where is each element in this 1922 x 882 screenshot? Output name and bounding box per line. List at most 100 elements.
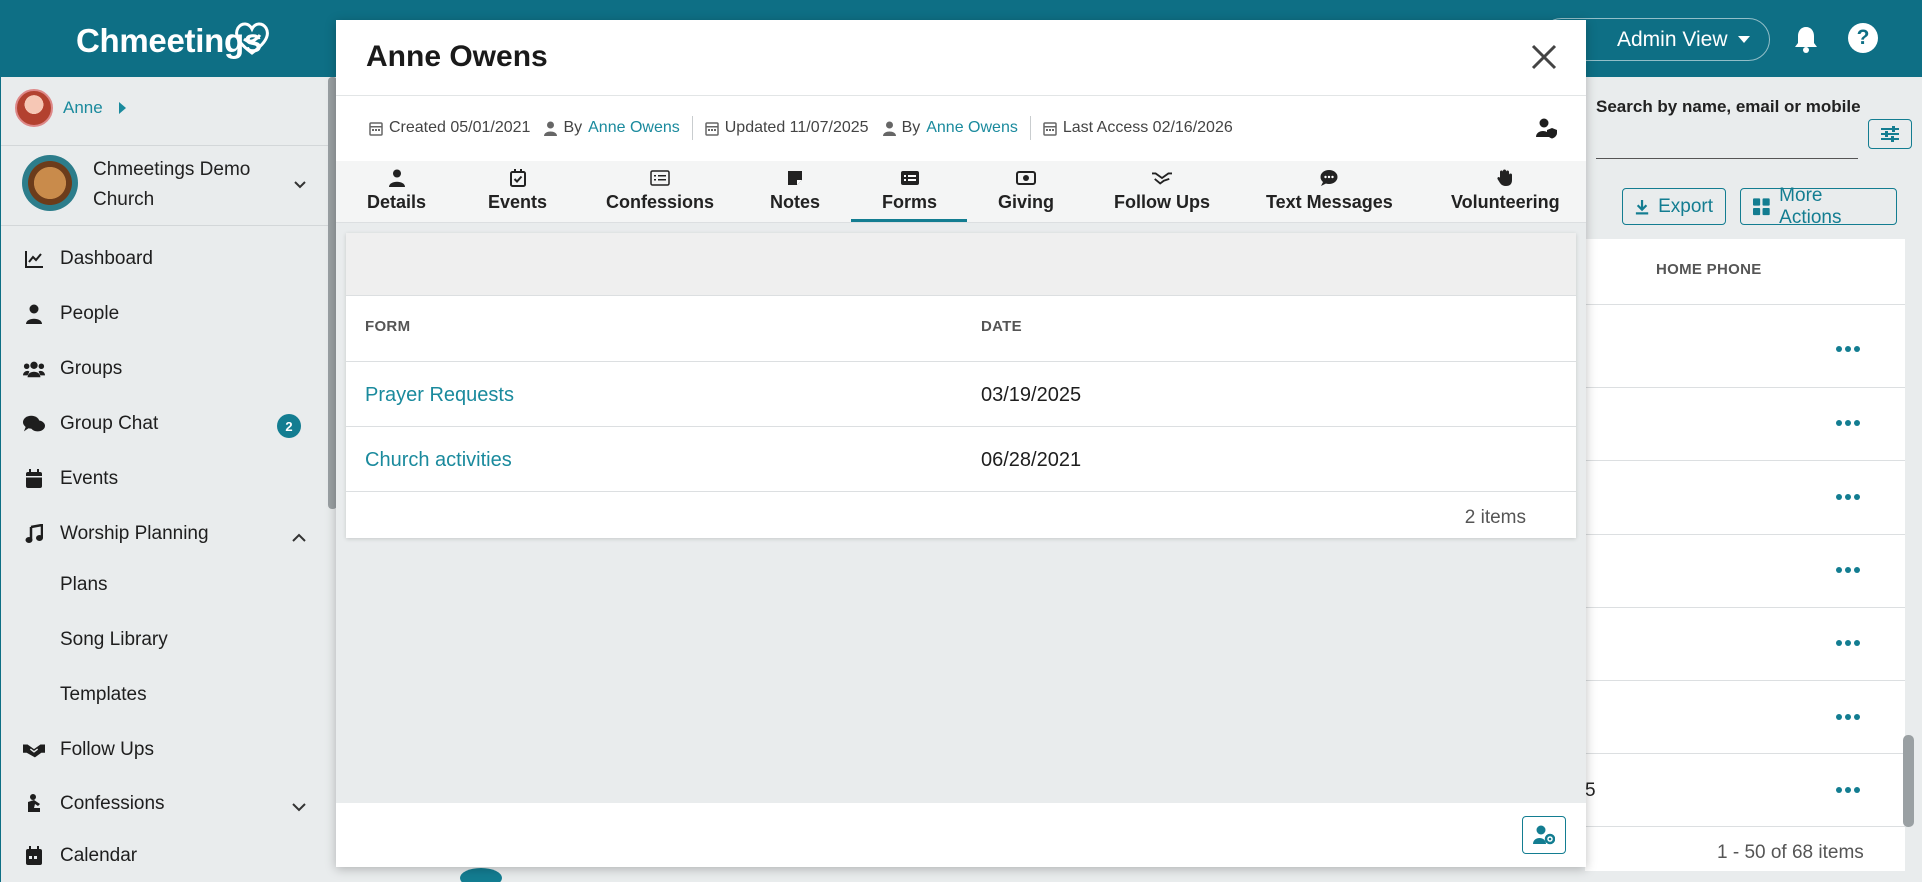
tab-notes[interactable]: Notes: [770, 168, 820, 213]
help-icon[interactable]: ?: [1848, 23, 1878, 53]
sidebar-item-label: Confessions: [60, 793, 165, 814]
row-actions-icon[interactable]: [1836, 714, 1860, 720]
sidebar-item-label: Calendar: [60, 845, 138, 866]
sidebar-item-label: Dashboard: [60, 248, 153, 269]
person-icon: [23, 303, 45, 325]
created-by-info: By Anne Owens: [544, 119, 680, 137]
row-actions-icon[interactable]: [1836, 787, 1860, 793]
sidebar-item-confessions[interactable]: Confessions: [23, 793, 165, 815]
tab-text-messages[interactable]: Text Messages: [1266, 168, 1393, 213]
table-cell-partial: 5: [1585, 780, 1596, 801]
filter-button[interactable]: [1868, 119, 1912, 149]
record-meta: Created 05/01/2021 By Anne Owens Updated…: [369, 116, 1233, 140]
row-divider: [1585, 607, 1905, 608]
sidebar-item-worship-planning[interactable]: Worship Planning: [23, 523, 209, 545]
user-settings-button[interactable]: [1522, 816, 1566, 854]
money-icon: [1016, 168, 1036, 188]
chat-icon: [1319, 168, 1339, 188]
sidebar-subitem-templates[interactable]: Templates: [60, 684, 147, 706]
divider: [1, 225, 328, 226]
row-actions-icon[interactable]: [1836, 420, 1860, 426]
tab-label: Details: [367, 192, 427, 212]
chevron-up-icon[interactable]: [291, 531, 307, 543]
comments-icon: [23, 413, 45, 435]
sidebar-item-events[interactable]: Events: [23, 468, 118, 490]
sidebar-item-calendar[interactable]: Calendar: [23, 845, 137, 867]
updated-date: Updated 11/07/2025: [724, 119, 869, 136]
tab-forms[interactable]: Forms: [882, 168, 937, 213]
divider: [691, 116, 693, 140]
row-divider: [1585, 826, 1905, 827]
sidebar-item-label: Groups: [60, 358, 123, 379]
download-icon: [1635, 199, 1649, 214]
pagination-info: 1 - 50 of 68 items: [1717, 842, 1864, 863]
last-access-info: Last Access 02/16/2026: [1043, 119, 1233, 137]
form-date: 06/28/2021: [981, 449, 1082, 471]
row-divider: [1585, 534, 1905, 535]
user-shield-icon[interactable]: [1536, 117, 1558, 139]
search-input[interactable]: [1596, 158, 1858, 159]
created-info: Created 05/01/2021: [369, 119, 530, 137]
tab-details[interactable]: Details: [367, 168, 426, 213]
active-tab-indicator: [851, 219, 967, 222]
user-name: Anne: [63, 98, 103, 117]
notification-badge: 2: [277, 414, 301, 438]
row-actions-icon[interactable]: [1836, 640, 1860, 646]
sidebar-item-groups[interactable]: Groups: [23, 358, 122, 380]
row-divider: [346, 491, 1576, 492]
church-name[interactable]: Chmeetings Demo Church: [93, 155, 273, 215]
list-icon: [650, 168, 670, 188]
row-divider: [1585, 753, 1905, 754]
floating-action-button[interactable]: [460, 868, 502, 882]
tab-follow-ups[interactable]: Follow Ups: [1114, 168, 1210, 213]
sidebar-item-follow-ups[interactable]: Follow Ups: [23, 739, 154, 761]
admin-view-label: Admin View: [1617, 27, 1728, 51]
sidebar-item-label: Worship Planning: [60, 523, 209, 544]
row-actions-icon[interactable]: [1836, 494, 1860, 500]
row-divider: [346, 361, 1576, 362]
chevron-down-icon[interactable]: [291, 801, 307, 813]
form-link-church-activities[interactable]: Church activities: [365, 449, 512, 472]
sidebar-item-people[interactable]: People: [23, 303, 119, 325]
bell-icon[interactable]: [1793, 25, 1819, 53]
page-scrollbar[interactable]: [1903, 735, 1914, 827]
sliders-icon: [1881, 126, 1899, 142]
tab-giving[interactable]: Giving: [998, 168, 1054, 213]
user-menu[interactable]: Anne: [15, 89, 126, 127]
grid-toolbar: [346, 233, 1576, 296]
form-link-prayer-requests[interactable]: Prayer Requests: [365, 384, 514, 407]
updated-by-link[interactable]: Anne Owens: [926, 119, 1018, 137]
grid-icon: [1753, 197, 1770, 215]
user-cog-icon: [1533, 825, 1555, 845]
updated-by-info: By Anne Owens: [882, 119, 1018, 137]
column-header-home-phone[interactable]: HOME PHONE: [1656, 261, 1762, 278]
export-button[interactable]: Export: [1622, 188, 1726, 225]
row-actions-icon[interactable]: [1836, 567, 1860, 573]
praying-icon: [23, 793, 45, 815]
tab-label: Volunteering: [1451, 192, 1560, 212]
calendar-icon: [23, 468, 45, 490]
form-icon: [900, 168, 920, 188]
people-table: [1585, 239, 1905, 871]
sidebar-subitem-plans[interactable]: Plans: [60, 574, 108, 596]
tab-confessions[interactable]: Confessions: [606, 168, 714, 213]
row-actions-icon[interactable]: [1836, 346, 1860, 352]
tab-events[interactable]: Events: [488, 168, 547, 213]
sidebar-item-label: Follow Ups: [60, 739, 154, 760]
hand-icon: [1495, 168, 1515, 188]
sidebar-item-group-chat[interactable]: Group Chat: [23, 413, 158, 435]
tab-volunteering[interactable]: Volunteering: [1451, 168, 1560, 213]
created-by-link[interactable]: Anne Owens: [588, 119, 680, 137]
person-icon: [544, 121, 558, 136]
sticky-note-icon: [785, 168, 805, 188]
sidebar-item-dashboard[interactable]: Dashboard: [23, 248, 153, 270]
chevron-down-icon[interactable]: [294, 179, 306, 191]
close-icon[interactable]: [1529, 42, 1559, 72]
calendar-icon: [369, 121, 383, 136]
column-header-date[interactable]: DATE: [981, 318, 1022, 335]
column-header-form[interactable]: FORM: [365, 318, 410, 335]
caret-right-icon: [118, 102, 126, 114]
more-actions-button[interactable]: More Actions: [1740, 185, 1897, 228]
sidebar-subitem-song-library[interactable]: Song Library: [60, 629, 168, 651]
avatar: [15, 89, 53, 127]
